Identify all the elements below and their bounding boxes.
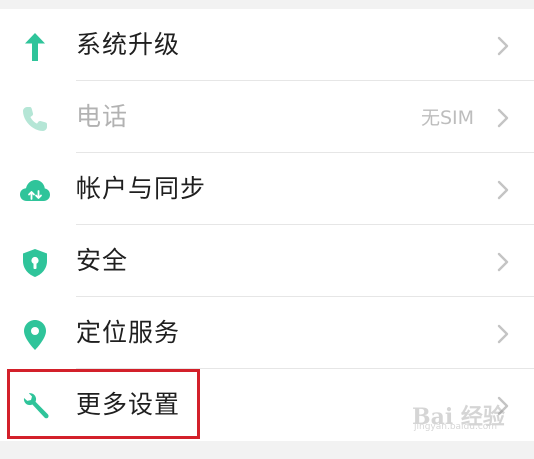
settings-item-accounts-sync[interactable]: 帐户与同步 <box>0 153 534 225</box>
settings-item-label: 电话 <box>76 102 129 131</box>
settings-item-label: 系统升级 <box>76 30 181 59</box>
chevron-right-icon <box>496 180 510 200</box>
chevron-right-icon <box>496 108 510 128</box>
arrow-up-icon <box>19 31 51 63</box>
phone-icon <box>19 103 51 135</box>
chevron-right-icon <box>496 36 510 56</box>
chevron-right-icon <box>496 324 510 344</box>
settings-item-label: 安全 <box>76 246 129 275</box>
chevron-right-icon <box>496 252 510 272</box>
settings-item-security[interactable]: 安全 <box>0 225 534 297</box>
status-value: 无SIM <box>420 107 474 129</box>
location-pin-icon <box>19 319 51 351</box>
highlight-box <box>7 369 200 439</box>
settings-item-label: 定位服务 <box>76 318 181 347</box>
settings-screen: 系统升级 电话 无SIM 帐户与同步 安全 定位服务 更多设置 Bai 经验 j… <box>0 0 534 459</box>
watermark: Bai 经验 jingyan.baidu.com <box>404 396 514 436</box>
settings-item-system-update[interactable]: 系统升级 <box>0 9 534 81</box>
settings-item-label: 帐户与同步 <box>76 174 207 203</box>
watermark-url: jingyan.baidu.com <box>414 422 498 432</box>
settings-item-location[interactable]: 定位服务 <box>0 297 534 369</box>
cloud-sync-icon <box>19 175 51 207</box>
shield-lock-icon <box>19 247 51 279</box>
settings-item-phone[interactable]: 电话 无SIM <box>0 81 534 153</box>
